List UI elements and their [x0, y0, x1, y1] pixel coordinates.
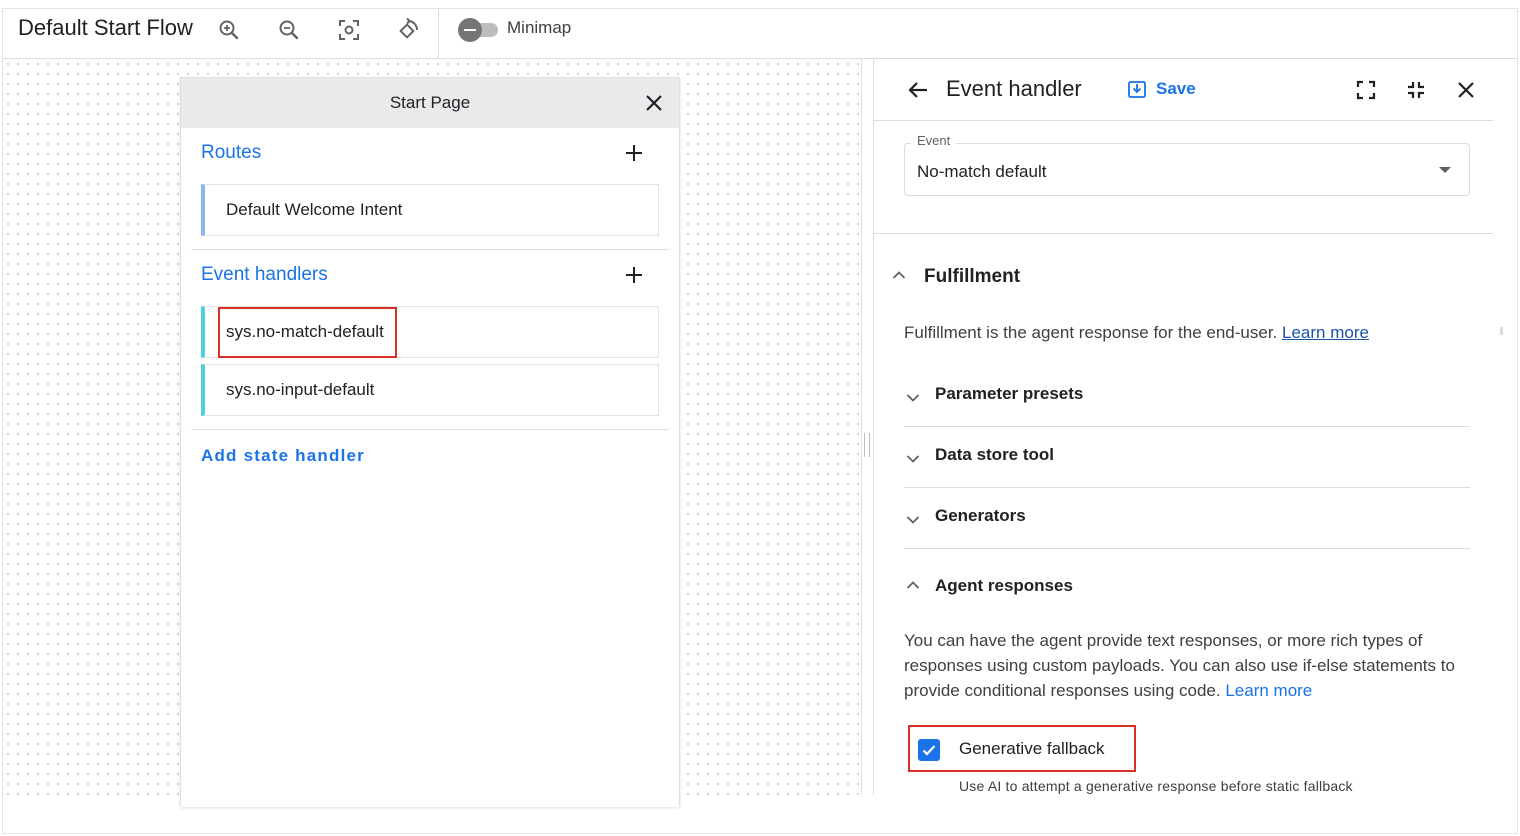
chevron-down-icon [904, 389, 922, 407]
data-store-tool-section[interactable]: Data store tool [904, 428, 1470, 488]
card-header: Start Page [181, 78, 679, 128]
section-divider [904, 487, 1470, 488]
event-select[interactable]: No-match default [904, 143, 1470, 196]
highlight-box [218, 307, 397, 358]
event-handler-panel: Event handler Save No-match default Even… [873, 59, 1519, 795]
generative-fallback-checkbox[interactable] [918, 739, 940, 761]
route-item[interactable]: Default Welcome Intent [201, 184, 659, 236]
section-divider [191, 249, 669, 250]
minimap-toggle[interactable] [458, 18, 502, 42]
routes-heading[interactable]: Routes [201, 142, 261, 164]
add-state-handler-button[interactable]: Add state handler [201, 446, 365, 466]
parameter-presets-section[interactable]: Parameter presets [904, 367, 1470, 427]
event-handler-item-no-input[interactable]: sys.no-input-default [201, 364, 659, 416]
close-icon[interactable] [641, 90, 667, 116]
section-divider [191, 429, 669, 430]
chevron-down-icon [904, 450, 922, 468]
save-button[interactable]: Save [1127, 76, 1196, 102]
section-label: Agent responses [935, 576, 1073, 595]
panel-title: Event handler [946, 76, 1082, 101]
section-label: Generators [935, 506, 1026, 525]
chevron-down-icon [904, 511, 922, 529]
app-frame: Default Start Flow Minimap Start Page Ro… [2, 8, 1518, 834]
back-arrow-icon[interactable] [903, 75, 933, 105]
save-label: Save [1156, 79, 1196, 98]
learn-more-link[interactable]: Learn more [1225, 681, 1312, 700]
generative-fallback-label[interactable]: Generative fallback [959, 739, 1105, 759]
close-panel-icon[interactable] [1451, 75, 1481, 105]
section-divider [904, 548, 1470, 549]
panel-header: Event handler Save [873, 59, 1493, 121]
fit-view-icon[interactable] [333, 15, 365, 45]
panel-splitter [861, 59, 862, 795]
generators-section[interactable]: Generators [904, 489, 1470, 549]
start-page-card: Start Page Routes Default Welcome Intent… [180, 77, 680, 807]
chevron-up-icon [904, 576, 922, 594]
minus-icon [464, 29, 476, 31]
add-event-handler-icon[interactable] [621, 262, 647, 288]
generative-fallback-help: Use AI to attempt a generative response … [959, 778, 1353, 794]
section-label: Data store tool [935, 445, 1055, 464]
learn-more-link[interactable]: Learn more [1282, 323, 1369, 342]
reset-rotate-icon[interactable] [392, 15, 424, 45]
chevron-up-icon[interactable] [890, 266, 908, 284]
collapse-icon[interactable] [1401, 75, 1431, 105]
event-value: No-match default [917, 162, 1047, 181]
fulfillment-heading[interactable]: Fulfillment [924, 266, 1020, 288]
flow-title: Default Start Flow [18, 15, 193, 40]
agent-responses-description: You can have the agent provide text resp… [904, 628, 1464, 703]
panel-divider [873, 233, 1493, 234]
fulfillment-description: Fulfillment is the agent response for th… [904, 323, 1369, 343]
zoom-in-icon[interactable] [213, 15, 245, 45]
save-icon [1128, 81, 1146, 98]
event-handlers-heading[interactable]: Event handlers [201, 264, 328, 286]
dropdown-arrow-icon [1439, 167, 1451, 173]
scrollbar[interactable] [1500, 327, 1503, 335]
minimap-label: Minimap [507, 18, 572, 37]
toggle-knob [458, 18, 482, 42]
card-title: Start Page [389, 93, 471, 112]
resize-handle[interactable] [864, 433, 870, 457]
add-route-icon[interactable] [621, 140, 647, 166]
toolbar: Default Start Flow Minimap [3, 9, 1517, 59]
agent-responses-text: You can have the agent provide text resp… [904, 631, 1455, 700]
checkmark-icon [922, 745, 936, 756]
fullscreen-icon[interactable] [1351, 75, 1381, 105]
section-label: Parameter presets [935, 384, 1084, 403]
event-field-label: Event [911, 133, 957, 148]
zoom-out-icon[interactable] [273, 15, 305, 45]
agent-responses-section[interactable]: Agent responses [904, 559, 1470, 619]
fulfillment-text: Fulfillment is the agent response for th… [904, 323, 1278, 342]
toolbar-divider [438, 9, 439, 59]
section-divider [904, 426, 1470, 427]
